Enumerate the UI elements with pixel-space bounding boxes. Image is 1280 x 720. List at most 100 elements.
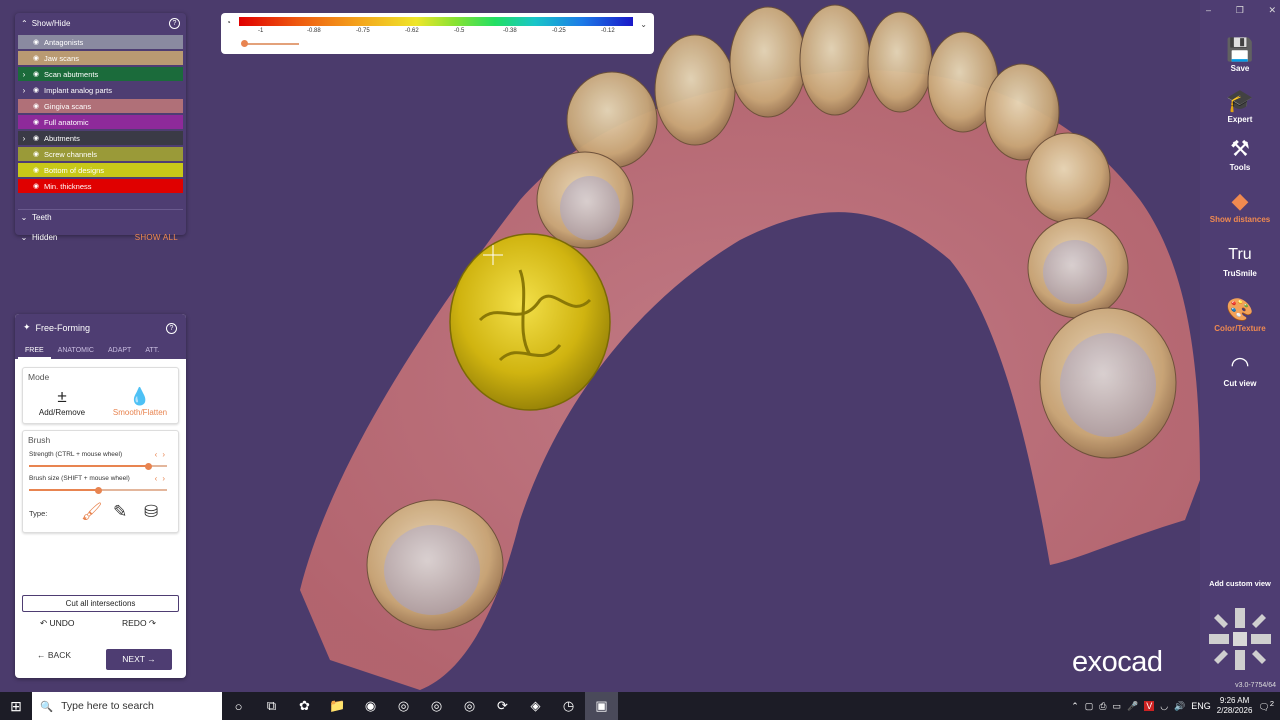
eye-icon[interactable]: ◉ — [30, 166, 42, 174]
scale-slider-handle[interactable] — [241, 40, 248, 47]
scale-slider-track[interactable] — [243, 43, 299, 45]
layer-row[interactable]: ◉ Min. thickness — [18, 179, 183, 193]
chevron-right-icon[interactable]: › — [18, 134, 30, 143]
tab-anatomic[interactable]: ANATOMIC — [51, 346, 101, 359]
close-icon[interactable]: ✕ — [1268, 5, 1276, 16]
color-texture-button[interactable]: 🎨 Color/Texture — [1200, 296, 1280, 333]
chevron-down-icon[interactable]: ⌄ — [640, 20, 647, 29]
help-icon[interactable]: ? — [169, 17, 180, 29]
brush-size-label: Brush size (SHIFT + mouse wheel) — [29, 475, 130, 482]
sync-app-icon[interactable]: ⟳ — [486, 692, 519, 720]
wrench-hammer-icon: ⚒ — [1230, 136, 1250, 161]
language-label[interactable]: ENG — [1191, 701, 1211, 711]
cylinder-icon[interactable]: ⛁ — [144, 502, 158, 522]
add-remove-button[interactable]: ± Add/Remove — [27, 386, 97, 417]
eye-icon[interactable]: ◉ — [30, 134, 42, 142]
layer-row[interactable]: ◉ Jaw scans — [18, 51, 183, 65]
chrome-profile-2-icon[interactable]: ◎ — [453, 692, 486, 720]
gauge-icon[interactable]: ◔ — [226, 18, 231, 27]
smooth-flatten-button[interactable]: 💧 Smooth/Flatten — [105, 386, 175, 417]
clock-app-icon[interactable]: ◷ — [552, 692, 585, 720]
layer-row[interactable]: › ◉ Abutments — [18, 131, 183, 145]
cortana-icon[interactable]: ○ — [222, 692, 255, 720]
eye-icon[interactable]: ◉ — [30, 150, 42, 158]
task-view-icon[interactable]: ⧉ — [255, 692, 288, 720]
color-gradient-bar — [239, 17, 633, 26]
taskbar-search-box[interactable]: 🔍 Type here to search — [32, 692, 222, 720]
tab-adapt[interactable]: ADAPT — [101, 346, 138, 359]
layer-row[interactable]: ◉ Gingiva scans — [18, 99, 183, 113]
exocad-logo: exocad — [1072, 646, 1163, 678]
trusmile-button[interactable]: Tru TruSmile — [1200, 241, 1280, 278]
type-label: Type: — [29, 509, 48, 518]
scale-tick-label: -0.12 — [601, 28, 615, 34]
eye-icon[interactable]: ◉ — [30, 118, 42, 126]
brush-size-slider-handle[interactable] — [95, 487, 102, 494]
notification-icon[interactable]: 🗨2 — [1258, 699, 1274, 713]
redo-button[interactable]: REDO ↷ — [122, 618, 156, 629]
smudge-brush-icon[interactable]: 🖌 — [81, 502, 103, 522]
save-button[interactable]: 💾 Save — [1200, 36, 1280, 73]
layer-row[interactable]: › ◉ Scan abutments — [18, 67, 183, 81]
layer-row[interactable]: ◉ Bottom of designs — [18, 163, 183, 177]
tab-free[interactable]: FREE — [18, 346, 51, 359]
help-icon[interactable]: ? — [166, 323, 177, 334]
eye-icon[interactable]: ◉ — [30, 102, 42, 110]
eye-icon[interactable]: ◉ — [30, 38, 42, 46]
strength-arrows[interactable]: ‹› — [155, 450, 170, 459]
windows-start-icon[interactable]: ⊞ — [0, 692, 32, 720]
chevron-right-icon[interactable]: › — [18, 86, 30, 95]
chrome-icon[interactable]: ◎ — [387, 692, 420, 720]
system-tray: ⌃ ▢ ⎙ ▭ 🎤 V ◡ 🔊 ENG 9:26 AM 2/28/2026 🗨2 — [1071, 692, 1280, 720]
file-explorer-icon[interactable]: 📁 — [321, 692, 354, 720]
tray-app-icon[interactable]: ▢ — [1085, 701, 1094, 712]
view-navigation-cube[interactable] — [1206, 604, 1274, 674]
teeth-section[interactable]: ⌄ Teeth — [18, 209, 183, 225]
tab-att[interactable]: ATT. — [138, 346, 166, 359]
wifi-icon[interactable]: ◡ — [1160, 701, 1168, 712]
layer-label: Bottom of designs — [44, 165, 105, 175]
microphone-icon[interactable]: 🎤 — [1127, 701, 1138, 712]
tools-button[interactable]: ⚒ Tools — [1200, 135, 1280, 172]
eye-icon[interactable]: ◉ — [30, 70, 42, 78]
plus-minus-icon: ± — [57, 387, 67, 406]
distances-icon: ◆ — [1231, 188, 1249, 213]
cad-app-icon[interactable]: ▣ — [585, 692, 618, 720]
tray-chevron-icon[interactable]: ⌃ — [1071, 701, 1079, 712]
chevron-right-icon[interactable]: › — [18, 70, 30, 79]
paintbrush-icon[interactable]: ✎ — [113, 502, 127, 522]
show-distances-button[interactable]: ◆ Show distances — [1200, 187, 1280, 224]
layer-row[interactable]: ◉ Antagonists — [18, 35, 183, 49]
minimize-icon[interactable]: – — [1206, 5, 1211, 16]
expert-button[interactable]: 🎓 Expert — [1200, 87, 1280, 124]
volume-icon[interactable]: 🔊 — [1174, 701, 1185, 712]
add-custom-view-button[interactable]: Add custom view — [1200, 579, 1280, 588]
collapse-chevron-icon[interactable]: ⌃ — [21, 19, 28, 28]
exocad-app-icon[interactable]: ◈ — [519, 692, 552, 720]
undo-button[interactable]: ↶ UNDO — [40, 618, 75, 629]
cut-all-intersections-button[interactable]: Cut all intersections — [22, 595, 179, 612]
layer-row[interactable]: ◉ Screw channels — [18, 147, 183, 161]
restore-icon[interactable]: ❐ — [1236, 5, 1244, 16]
eye-icon[interactable]: ◉ — [30, 182, 42, 190]
chrome-profile-icon[interactable]: ◎ — [420, 692, 453, 720]
brush-size-arrows[interactable]: ‹› — [155, 474, 170, 483]
usb-icon[interactable]: ▭ — [1112, 701, 1121, 712]
cut-view-button[interactable]: ◠ Cut view — [1200, 351, 1280, 388]
layer-row[interactable]: › ◉ Implant analog parts — [18, 83, 183, 97]
layer-label: Antagonists — [44, 37, 84, 47]
layer-row[interactable]: ◉ Full anatomic — [18, 115, 183, 129]
eye-icon[interactable]: ◉ — [30, 54, 42, 62]
back-button[interactable]: ← BACK — [37, 650, 71, 660]
hidden-section[interactable]: ⌄ Hidden SHOW ALL — [18, 229, 183, 245]
eye-icon[interactable]: ◉ — [30, 86, 42, 94]
next-button[interactable]: NEXT → — [106, 649, 172, 670]
antivirus-icon[interactable]: V — [1144, 701, 1155, 711]
network-icon[interactable]: ⎙ — [1099, 701, 1106, 712]
hidden-label: Hidden — [32, 232, 58, 242]
clock[interactable]: 9:26 AM 2/28/2026 — [1217, 696, 1253, 716]
show-all-button[interactable]: SHOW ALL — [135, 233, 178, 242]
copilot-icon[interactable]: ✿ — [288, 692, 321, 720]
edge-icon[interactable]: ◉ — [354, 692, 387, 720]
strength-slider-handle[interactable] — [144, 463, 152, 470]
